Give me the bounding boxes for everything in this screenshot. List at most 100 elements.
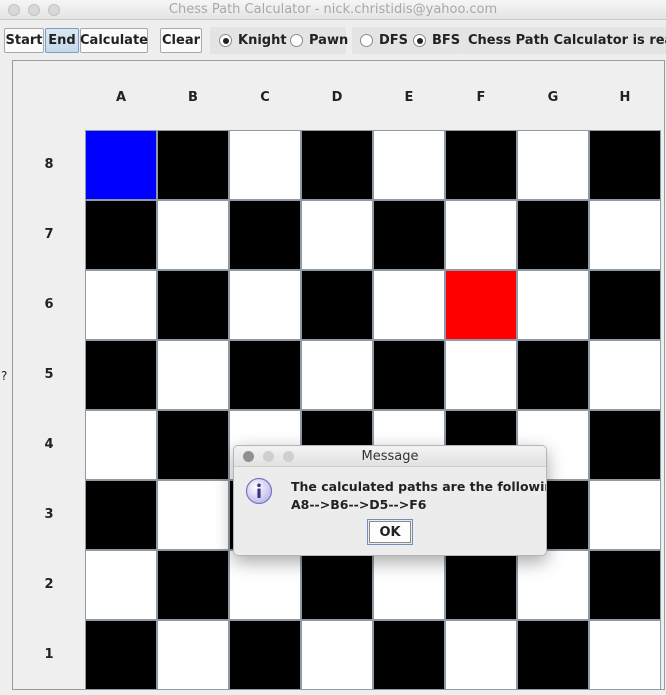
knight-radio[interactable]: Knight bbox=[219, 32, 287, 49]
dfs-radio-indicator bbox=[360, 34, 373, 47]
start-button[interactable]: Start bbox=[4, 28, 44, 53]
square-a5[interactable] bbox=[85, 340, 157, 410]
square-b2[interactable] bbox=[157, 550, 229, 620]
end-button[interactable]: End bbox=[45, 28, 79, 53]
toolbar: Start End Calculate Clear Knight Pawn DF… bbox=[0, 20, 666, 58]
window-title: Chess Path Calculator - nick.christidis@… bbox=[168, 2, 498, 17]
square-h5[interactable] bbox=[589, 340, 661, 410]
bfs-radio-indicator bbox=[413, 34, 426, 47]
square-c5[interactable] bbox=[229, 340, 301, 410]
square-a2[interactable] bbox=[85, 550, 157, 620]
rank-label-5: 5 bbox=[44, 367, 54, 382]
status-label: Chess Path Calculator is ready! bbox=[460, 27, 666, 54]
square-b5[interactable] bbox=[157, 340, 229, 410]
file-label-g: G bbox=[547, 90, 559, 105]
square-f7[interactable] bbox=[445, 200, 517, 270]
square-g2[interactable] bbox=[517, 550, 589, 620]
square-h1[interactable] bbox=[589, 620, 661, 690]
square-d1[interactable] bbox=[301, 620, 373, 690]
square-c2[interactable] bbox=[229, 550, 301, 620]
file-label-h: H bbox=[619, 90, 631, 105]
square-h2[interactable] bbox=[589, 550, 661, 620]
dialog-message-line1: The calculated paths are the following: bbox=[291, 479, 547, 494]
square-f5[interactable] bbox=[445, 340, 517, 410]
square-d5[interactable] bbox=[301, 340, 373, 410]
square-e2[interactable] bbox=[373, 550, 445, 620]
chess-board: A B C D E F G H 8 7 6 5 4 3 2 1 bbox=[12, 60, 665, 690]
square-h7[interactable] bbox=[589, 200, 661, 270]
title-bar: Chess Path Calculator - nick.christidis@… bbox=[0, 0, 666, 20]
info-icon bbox=[245, 477, 273, 505]
square-g7[interactable] bbox=[517, 200, 589, 270]
side-marker: ? bbox=[1, 369, 8, 383]
square-e1[interactable] bbox=[373, 620, 445, 690]
square-e6[interactable] bbox=[373, 270, 445, 340]
pawn-radio[interactable]: Pawn bbox=[290, 32, 348, 49]
square-a4[interactable] bbox=[85, 410, 157, 480]
square-h6[interactable] bbox=[589, 270, 661, 340]
square-a3[interactable] bbox=[85, 480, 157, 550]
square-e8[interactable] bbox=[373, 130, 445, 200]
square-f8[interactable] bbox=[445, 130, 517, 200]
square-d6[interactable] bbox=[301, 270, 373, 340]
file-label-f: F bbox=[476, 90, 486, 105]
rank-label-1: 1 bbox=[44, 647, 54, 662]
square-f1[interactable] bbox=[445, 620, 517, 690]
square-g1[interactable] bbox=[517, 620, 589, 690]
app-window: Chess Path Calculator - nick.christidis@… bbox=[0, 0, 666, 695]
knight-radio-label: Knight bbox=[238, 33, 287, 48]
clear-button[interactable]: Clear bbox=[160, 28, 202, 53]
square-c6[interactable] bbox=[229, 270, 301, 340]
square-f6[interactable] bbox=[445, 270, 517, 340]
square-b3[interactable] bbox=[157, 480, 229, 550]
square-b6[interactable] bbox=[157, 270, 229, 340]
square-b8[interactable] bbox=[157, 130, 229, 200]
square-c8[interactable] bbox=[229, 130, 301, 200]
square-g8[interactable] bbox=[517, 130, 589, 200]
file-label-b: B bbox=[188, 90, 198, 105]
square-g5[interactable] bbox=[517, 340, 589, 410]
piece-radio-group: Knight Pawn bbox=[210, 27, 348, 54]
calculate-button[interactable]: Calculate bbox=[80, 28, 148, 53]
rank-label-6: 6 bbox=[44, 297, 54, 312]
dialog-message-line2: A8-->B6-->D5-->F6 bbox=[291, 497, 427, 512]
square-h8[interactable] bbox=[589, 130, 661, 200]
square-b7[interactable] bbox=[157, 200, 229, 270]
square-e7[interactable] bbox=[373, 200, 445, 270]
square-b1[interactable] bbox=[157, 620, 229, 690]
square-c7[interactable] bbox=[229, 200, 301, 270]
rank-label-3: 3 bbox=[44, 507, 54, 522]
bfs-radio[interactable]: BFS bbox=[413, 32, 460, 49]
algorithm-radio-group: DFS BFS bbox=[352, 27, 460, 54]
square-g6[interactable] bbox=[517, 270, 589, 340]
ok-button[interactable]: OK bbox=[367, 519, 413, 545]
dialog-title-bar: Message bbox=[234, 446, 546, 467]
dialog-message: The calculated paths are the following: … bbox=[291, 478, 547, 514]
message-dialog: Message The calculated paths are the fol… bbox=[233, 445, 547, 556]
rank-label-4: 4 bbox=[44, 437, 54, 452]
knight-radio-indicator bbox=[219, 34, 232, 47]
square-d7[interactable] bbox=[301, 200, 373, 270]
rank-label-2: 2 bbox=[44, 577, 54, 592]
square-d2[interactable] bbox=[301, 550, 373, 620]
dfs-radio-label: DFS bbox=[379, 33, 409, 48]
file-label-a: A bbox=[115, 90, 127, 105]
bfs-radio-label: BFS bbox=[432, 33, 461, 48]
file-label-e: E bbox=[404, 90, 414, 105]
square-b4[interactable] bbox=[157, 410, 229, 480]
square-e5[interactable] bbox=[373, 340, 445, 410]
square-a7[interactable] bbox=[85, 200, 157, 270]
square-a6[interactable] bbox=[85, 270, 157, 340]
square-c1[interactable] bbox=[229, 620, 301, 690]
square-f2[interactable] bbox=[445, 550, 517, 620]
file-label-d: D bbox=[331, 90, 343, 105]
dialog-title: Message bbox=[361, 449, 419, 464]
square-h4[interactable] bbox=[589, 410, 661, 480]
pawn-radio-label: Pawn bbox=[309, 33, 349, 48]
square-d8[interactable] bbox=[301, 130, 373, 200]
square-h3[interactable] bbox=[589, 480, 661, 550]
dfs-radio[interactable]: DFS bbox=[360, 32, 408, 49]
square-a1[interactable] bbox=[85, 620, 157, 690]
square-a8[interactable] bbox=[85, 130, 157, 200]
file-label-c: C bbox=[260, 90, 270, 105]
